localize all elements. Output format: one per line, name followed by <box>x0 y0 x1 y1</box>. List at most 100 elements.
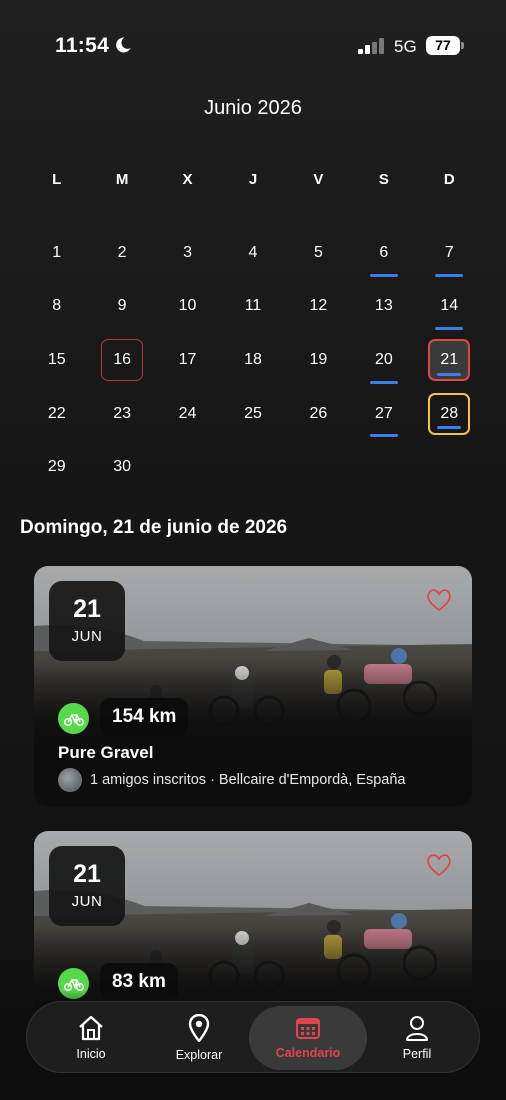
calendar-day[interactable]: 20 <box>351 333 416 387</box>
calendar: LMXJVSD 1 2 3 4 5 6 7 8 9 10 11 12 13 14 15 16 17 18 19 20 2… <box>24 160 482 494</box>
bike-icon <box>58 703 89 734</box>
day-number: 10 <box>178 297 197 315</box>
calendar-day[interactable]: 19 <box>286 333 351 387</box>
calendar-day[interactable]: 3 <box>155 226 220 280</box>
event-distance: 154 km <box>100 698 189 736</box>
calendar-grid: 1 2 3 4 5 6 7 8 9 10 11 12 13 14 15 16 17 18 19 20 21 22 23 24 2… <box>24 226 482 494</box>
event-indicator <box>369 434 398 438</box>
day-number: 24 <box>178 404 197 422</box>
battery-level: 77 <box>426 36 460 55</box>
calendar-day[interactable]: 30 <box>89 440 154 494</box>
calendar-day[interactable]: 2 <box>89 226 154 280</box>
status-time: 11:54 <box>55 34 110 57</box>
day-number: 28 <box>440 404 459 422</box>
nav-item-calendario[interactable]: Calendario <box>249 1006 367 1070</box>
status-bar: 11:54 5G 77 <box>0 0 506 80</box>
day-number: 4 <box>248 243 258 261</box>
calendar-day[interactable]: 6 <box>351 226 416 280</box>
day-number: 9 <box>117 297 127 315</box>
day-number: 11 <box>244 297 262 315</box>
day-number: 5 <box>313 243 323 261</box>
calendar-day[interactable]: 9 <box>89 280 154 334</box>
event-meta-text: 1 amigos inscritos · Bellcaire d'Empordà… <box>90 772 406 788</box>
nav-label: Perfil <box>402 1047 432 1061</box>
weekday-label: L <box>52 171 62 188</box>
nav-label: Explorar <box>175 1048 223 1062</box>
event-day: 21 <box>73 860 101 888</box>
day-number: 12 <box>309 297 328 315</box>
user-icon <box>406 1016 428 1041</box>
calendar-day[interactable]: 23 <box>89 387 154 441</box>
calendar-day[interactable]: 10 <box>155 280 220 334</box>
heart-icon[interactable] <box>426 853 452 877</box>
calendar-day[interactable]: 28 <box>417 387 482 441</box>
weekday-label: D <box>443 171 455 188</box>
calendar-day[interactable]: 12 <box>286 280 351 334</box>
calendar-day[interactable]: 16 <box>89 333 154 387</box>
event-title: Pure Gravel <box>58 743 154 762</box>
selected-date-heading: Domingo, 21 de junio de 2026 <box>20 517 288 538</box>
event-day: 21 <box>73 595 101 623</box>
calendar-day[interactable]: 15 <box>24 333 89 387</box>
event-month: JUN <box>71 628 103 645</box>
nav-item-inicio[interactable]: Inicio <box>41 1006 141 1070</box>
day-number: 8 <box>52 297 62 315</box>
calendar-day[interactable]: 13 <box>351 280 416 334</box>
day-number: 14 <box>440 297 459 315</box>
avatar <box>58 768 82 792</box>
event-indicator <box>435 273 464 277</box>
weekday-label: V <box>313 171 324 188</box>
nav-label: Calendario <box>275 1046 341 1060</box>
calendar-day[interactable]: 26 <box>286 387 351 441</box>
home-icon <box>79 1015 103 1041</box>
calendar-day[interactable]: 14 <box>417 280 482 334</box>
calendar-day[interactable]: 17 <box>155 333 220 387</box>
event-indicator <box>437 372 462 376</box>
nav-label: Inicio <box>76 1047 106 1061</box>
event-date-badge: 21 JUN <box>49 581 125 661</box>
calendar-day[interactable]: 7 <box>417 226 482 280</box>
day-number: 7 <box>444 243 454 261</box>
day-number: 19 <box>309 350 328 368</box>
nav-item-perfil[interactable]: Perfil <box>367 1006 467 1070</box>
calendar-day[interactable]: 24 <box>155 387 220 441</box>
day-number: 3 <box>183 243 193 261</box>
event-card[interactable]: 21 JUN 154 km Pure Gravel 1 amigos inscr… <box>34 566 472 806</box>
day-number: 22 <box>47 404 66 422</box>
day-number: 2 <box>117 243 127 261</box>
signal-icon <box>358 38 384 54</box>
day-number: 27 <box>374 404 393 422</box>
calendar-day[interactable]: 27 <box>351 387 416 441</box>
day-number: 20 <box>374 350 393 368</box>
event-date-badge: 21 JUN <box>49 846 125 926</box>
calendar-day[interactable]: 4 <box>220 226 285 280</box>
day-number: 16 <box>113 350 132 368</box>
day-number: 29 <box>47 458 66 476</box>
day-number: 30 <box>113 458 132 476</box>
day-number: 26 <box>309 404 328 422</box>
calendar-day[interactable]: 29 <box>24 440 89 494</box>
event-indicator <box>369 273 398 277</box>
network-type: 5G <box>394 37 417 56</box>
weekday-label: M <box>115 171 129 188</box>
calendar-day[interactable]: 21 <box>417 333 482 387</box>
day-number: 23 <box>113 404 132 422</box>
calendar-day[interactable]: 11 <box>220 280 285 334</box>
nav-item-explorar[interactable]: Explorar <box>149 1006 249 1070</box>
calendar-day[interactable]: 22 <box>24 387 89 441</box>
day-number: 21 <box>440 350 459 368</box>
calendar-day[interactable]: 1 <box>24 226 89 280</box>
weekday-header: LMXJVSD <box>24 160 482 200</box>
heart-icon[interactable] <box>426 588 452 612</box>
moon-icon <box>116 37 131 53</box>
month-title: Junio 2026 <box>204 97 302 119</box>
day-number: 13 <box>374 297 393 315</box>
day-number: 17 <box>178 350 197 368</box>
event-meta: 1 amigos inscritos · Bellcaire d'Empordà… <box>58 768 405 792</box>
day-number: 15 <box>47 350 66 368</box>
calendar-day[interactable]: 18 <box>220 333 285 387</box>
weekday-label: S <box>378 171 389 188</box>
calendar-day[interactable]: 8 <box>24 280 89 334</box>
calendar-day[interactable]: 25 <box>220 387 285 441</box>
calendar-day[interactable]: 5 <box>286 226 351 280</box>
